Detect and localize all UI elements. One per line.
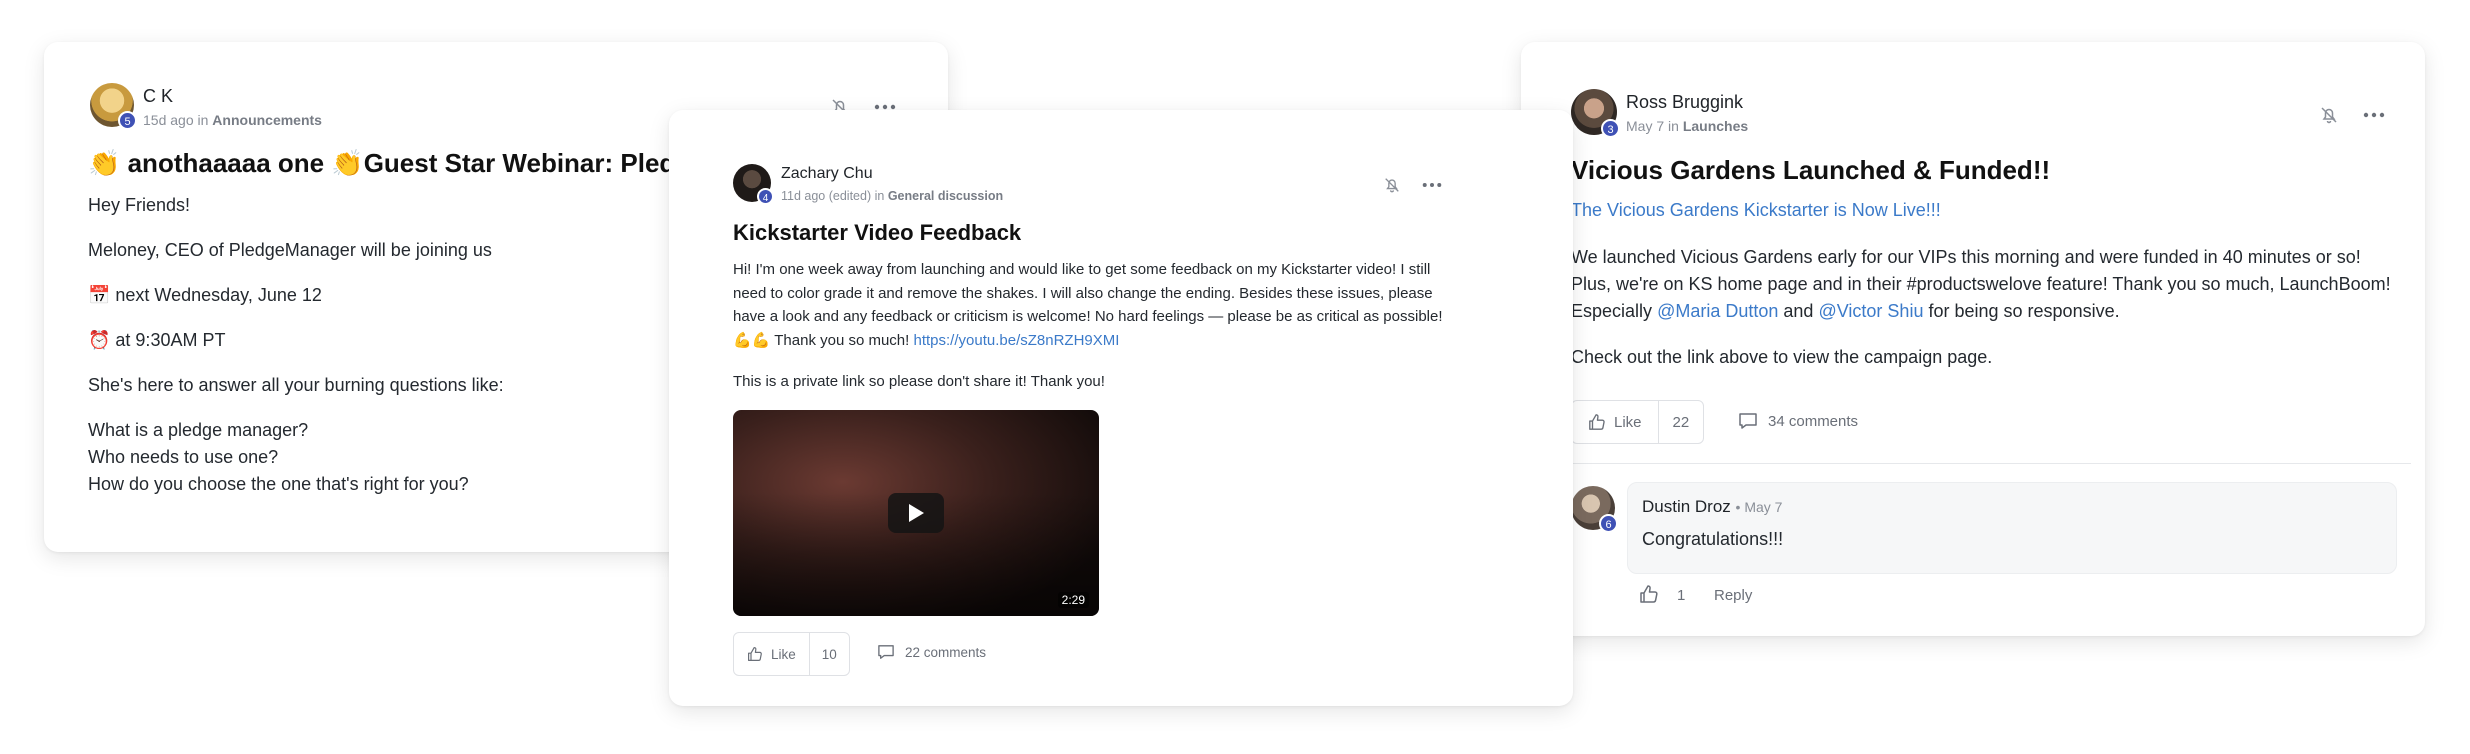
post-card-launch: 3 Ross Bruggink May 7 in Launches Viciou… <box>1521 42 2425 636</box>
more-options-icon[interactable] <box>2359 100 2389 130</box>
avatar[interactable]: 5 <box>90 83 137 130</box>
like-button-group: Like 22 <box>1571 400 1705 444</box>
comment-time: • May 7 <box>1735 499 1783 515</box>
author-name[interactable]: C K <box>143 86 173 107</box>
comment-text: Congratulations!!! <box>1642 529 1784 549</box>
post-meta: 15d ago in Announcements <box>143 112 322 128</box>
more-options-icon[interactable] <box>1417 170 1447 200</box>
comments-count: 34 comments <box>1768 412 1859 430</box>
post-time: May 7 in <box>1626 118 1679 134</box>
like-button[interactable]: Like <box>734 633 809 675</box>
author-name[interactable]: Ross Bruggink <box>1626 92 1743 113</box>
thumbs-up-icon <box>1589 414 1605 430</box>
space-link[interactable]: General discussion <box>888 189 1003 203</box>
comment-icon <box>1739 413 1757 429</box>
level-badge: 3 <box>1601 119 1620 138</box>
play-icon[interactable] <box>888 493 944 533</box>
author-name[interactable]: Zachary Chu <box>781 165 873 183</box>
post-meta: 11d ago (edited) in General discussion <box>781 189 1003 203</box>
video-thumbnail[interactable]: 2:29 <box>733 410 1099 616</box>
space-link[interactable]: Announcements <box>212 112 322 128</box>
bell-off-icon[interactable] <box>2314 100 2344 130</box>
level-badge: 5 <box>118 111 137 130</box>
divider <box>1535 463 2411 464</box>
comment-like-button[interactable] <box>1639 584 1659 604</box>
level-badge: 4 <box>757 188 774 205</box>
post-body-secondary: Check out the link above to view the cam… <box>1571 347 1993 367</box>
comments-count: 22 comments <box>905 644 987 660</box>
like-button-group: Like 10 <box>733 632 850 676</box>
avatar[interactable]: 3 <box>1571 89 1620 138</box>
comments-link[interactable]: 34 comments <box>1738 412 1858 430</box>
bell-off-icon[interactable] <box>1377 170 1407 200</box>
post-body: Hi! I'm one week away from launching and… <box>733 258 1445 352</box>
post-body: We launched Vicious Gardens early for ou… <box>1571 244 2391 325</box>
video-duration: 2:29 <box>1057 592 1089 608</box>
space-link[interactable]: Launches <box>1683 118 1748 134</box>
post-time: 11d ago (edited) in <box>781 189 885 203</box>
body-text: for being so responsive. <box>1928 301 2120 321</box>
private-note: This is a private link so please don't s… <box>733 373 1105 390</box>
like-label: Like <box>771 646 796 662</box>
video-link[interactable]: https://youtu.be/sZ8nRZH9XMI <box>914 332 1120 349</box>
mention-link[interactable]: @Maria Dutton <box>1657 301 1778 321</box>
thumbs-up-icon <box>1640 585 1658 603</box>
mention-link[interactable]: @Victor Shiu <box>1818 301 1923 321</box>
like-button[interactable]: Like <box>1572 401 1658 443</box>
like-count[interactable]: 10 <box>808 633 849 675</box>
post-meta: May 7 in Launches <box>1626 118 1748 134</box>
comment-like-count: 1 <box>1677 587 1686 604</box>
campaign-link[interactable]: The Vicious Gardens Kickstarter is Now L… <box>1571 200 1941 221</box>
body-text: and <box>1783 301 1814 321</box>
reply-button[interactable]: Reply <box>1714 587 1752 604</box>
post-card-video-feedback: 4 Zachary Chu 11d ago (edited) in Genera… <box>669 110 1573 706</box>
level-badge: 6 <box>1599 514 1618 533</box>
comment-icon <box>878 645 894 659</box>
comment-bubble: Dustin Droz • May 7 Congratulations!!! <box>1627 482 2397 574</box>
post-time: 15d ago in <box>143 112 209 128</box>
post-title[interactable]: Vicious Gardens Launched & Funded!! <box>1571 155 2050 186</box>
like-label: Like <box>1614 413 1642 431</box>
comments-link[interactable]: 22 comments <box>877 644 986 660</box>
avatar[interactable]: 4 <box>733 164 774 205</box>
thumbs-up-icon <box>748 647 762 661</box>
commenter-avatar[interactable]: 6 <box>1571 486 1618 533</box>
post-title[interactable]: Kickstarter Video Feedback <box>733 220 1021 246</box>
commenter-name[interactable]: Dustin Droz <box>1642 497 1731 516</box>
like-count[interactable]: 22 <box>1657 401 1704 443</box>
